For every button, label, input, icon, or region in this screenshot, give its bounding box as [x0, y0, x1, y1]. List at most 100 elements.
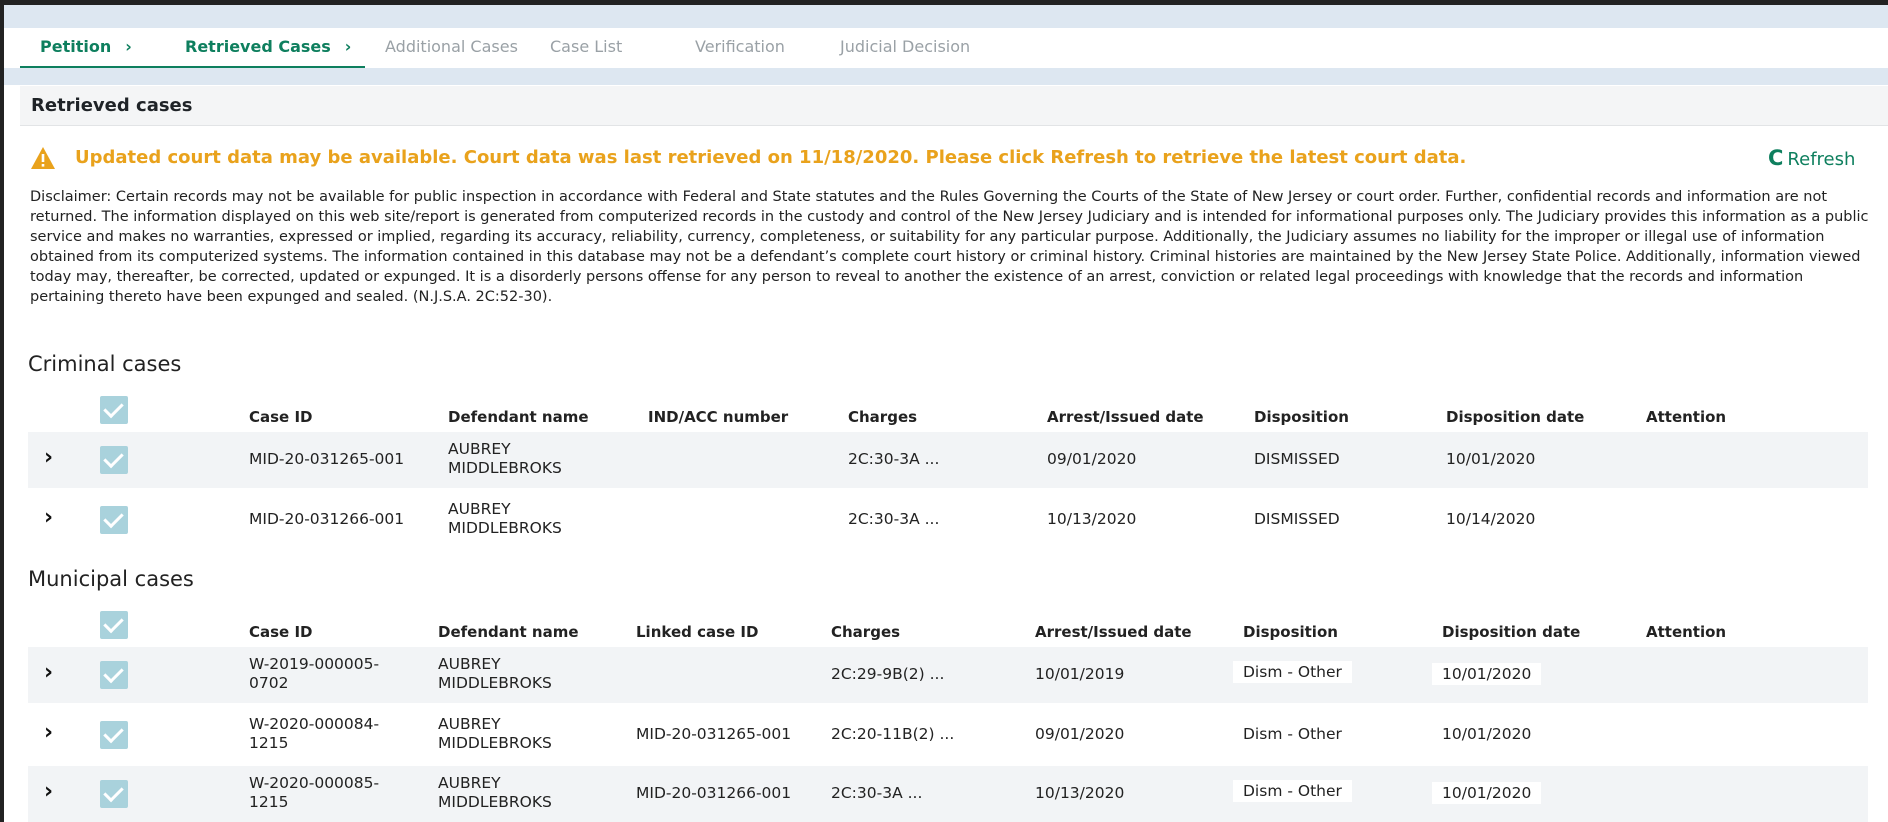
column-header: Charges: [848, 408, 918, 426]
step-label: Petition: [40, 37, 112, 56]
row-checkbox[interactable]: [100, 506, 128, 534]
refresh-button[interactable]: C Refresh: [1768, 146, 1855, 172]
column-header: Defendant name: [448, 408, 589, 426]
expand-chevron-icon[interactable]: ›: [44, 660, 53, 685]
defendant-last: MIDDLEBROKS: [448, 519, 562, 537]
charges: 2C:29-9B(2) ...: [831, 665, 945, 683]
linked-case-id: MID-20-031265-001: [636, 725, 792, 743]
select-all-checkbox[interactable]: [100, 396, 128, 424]
step-verification[interactable]: Verification: [695, 28, 785, 68]
column-header: Attention: [1646, 623, 1727, 641]
charges: 2C:30-3A ...: [848, 510, 940, 528]
chevron-right-icon: ›: [125, 37, 132, 56]
section-header: Retrieved cases: [20, 86, 1888, 126]
row-checkbox[interactable]: [100, 446, 128, 474]
table-row[interactable]: › W-2020-000084- 1215 AUBREY MIDDLEBROKS…: [28, 707, 1868, 763]
arrest-date: 09/01/2020: [1035, 725, 1125, 743]
disposition: DISMISSED: [1254, 450, 1340, 468]
defendant-last: MIDDLEBROKS: [438, 793, 552, 811]
arrest-date: 10/13/2020: [1035, 784, 1125, 802]
case-id: W-2020-000084- 1215: [249, 715, 379, 753]
municipal-table-header: Case ID Defendant name Linked case ID Ch…: [28, 611, 1868, 651]
select-all-checkbox[interactable]: [100, 611, 128, 639]
table-row[interactable]: › W-2019-000005- 0702 AUBREY MIDDLEBROKS…: [28, 647, 1868, 703]
arrest-date: 09/01/2020: [1047, 450, 1137, 468]
disposition-date: 10/01/2020: [1446, 450, 1536, 468]
defendant-first: AUBREY: [438, 715, 501, 733]
column-header: Disposition date: [1446, 408, 1585, 426]
column-header: IND/ACC number: [648, 408, 789, 426]
column-header: Defendant name: [438, 623, 579, 641]
step-retrieved-cases[interactable]: Retrieved Cases ›: [185, 28, 351, 68]
column-header: Arrest/Issued date: [1047, 408, 1204, 426]
top-band: [4, 5, 1888, 28]
row-checkbox[interactable]: [100, 721, 128, 749]
case-id: W-2019-000005- 0702: [249, 655, 379, 693]
defendant-name: AUBREY MIDDLEBROKS: [448, 440, 562, 478]
expand-chevron-icon[interactable]: ›: [44, 779, 53, 804]
disposition: Dism - Other: [1233, 780, 1352, 802]
step-additional-cases[interactable]: Additional Cases: [385, 28, 518, 68]
column-header: Disposition: [1254, 408, 1349, 426]
defendant-name: AUBREY MIDDLEBROKS: [438, 715, 552, 753]
case-id-line: W-2020-000085-: [249, 774, 380, 792]
column-header: Charges: [831, 623, 901, 641]
disposition: Dism - Other: [1233, 661, 1352, 683]
disposition-date: 10/01/2020: [1432, 782, 1542, 804]
table-row[interactable]: › MID-20-031266-001 AUBREY MIDDLEBROKS 2…: [28, 492, 1868, 548]
column-header: Linked case ID: [636, 623, 759, 641]
refresh-icon: C: [1768, 146, 1784, 170]
window-frame-left: [0, 0, 4, 822]
defendant-last: MIDDLEBROKS: [438, 674, 552, 692]
criminal-cases-title: Criminal cases: [28, 352, 182, 376]
warning-icon: [31, 147, 55, 169]
defendant-last: MIDDLEBROKS: [448, 459, 562, 477]
row-checkbox[interactable]: [100, 661, 128, 689]
charges: 2C:30-3A ...: [831, 784, 923, 802]
chevron-right-icon: ›: [344, 37, 352, 56]
table-row[interactable]: › W-2020-000085- 1215 AUBREY MIDDLEBROKS…: [28, 766, 1868, 822]
defendant-first: AUBREY: [448, 440, 511, 458]
disposition-date: 10/01/2020: [1432, 663, 1542, 685]
charges: 2C:20-11B(2) ...: [831, 725, 955, 743]
row-checkbox[interactable]: [100, 780, 128, 808]
step-petition[interactable]: Petition ›: [40, 28, 132, 68]
case-id-line: 1215: [249, 793, 289, 811]
case-id-line: W-2019-000005-: [249, 655, 380, 673]
defendant-name: AUBREY MIDDLEBROKS: [448, 500, 562, 538]
disposition: Dism - Other: [1243, 725, 1342, 743]
linked-case-id: MID-20-031266-001: [636, 784, 792, 802]
case-id: MID-20-031265-001: [249, 450, 405, 468]
column-header: Disposition date: [1442, 623, 1581, 641]
table-row[interactable]: › MID-20-031265-001 AUBREY MIDDLEBROKS 2…: [28, 432, 1868, 488]
section-title: Retrieved cases: [31, 95, 193, 116]
defendant-name: AUBREY MIDDLEBROKS: [438, 774, 552, 812]
disposition-date: 10/01/2020: [1442, 725, 1532, 743]
expand-chevron-icon[interactable]: ›: [44, 720, 53, 745]
defendant-first: AUBREY: [438, 655, 501, 673]
step-case-list[interactable]: Case List: [550, 28, 622, 68]
case-id: MID-20-031266-001: [249, 510, 405, 528]
step-judicial-decision[interactable]: Judicial Decision: [840, 28, 970, 68]
disposition: DISMISSED: [1254, 510, 1340, 528]
expand-chevron-icon[interactable]: ›: [44, 445, 53, 470]
defendant-last: MIDDLEBROKS: [438, 734, 552, 752]
column-header: Attention: [1646, 408, 1727, 426]
defendant-name: AUBREY MIDDLEBROKS: [438, 655, 552, 693]
expand-chevron-icon[interactable]: ›: [44, 505, 53, 530]
arrest-date: 10/13/2020: [1047, 510, 1137, 528]
column-header: Case ID: [249, 623, 313, 641]
defendant-first: AUBREY: [438, 774, 501, 792]
refresh-label: Refresh: [1787, 149, 1856, 170]
municipal-cases-title: Municipal cases: [28, 567, 194, 591]
column-header: Case ID: [249, 408, 313, 426]
separator-band: [4, 68, 1888, 85]
alert-message: Updated court data may be available. Cou…: [75, 147, 1467, 168]
case-id-line: W-2020-000084-: [249, 715, 380, 733]
disclaimer-text: Disclaimer: Certain records may not be a…: [30, 189, 1869, 305]
progress-steps: Petition › Retrieved Cases › Additional Ca…: [20, 28, 1888, 69]
case-id: W-2020-000085- 1215: [249, 774, 379, 812]
arrest-date: 10/01/2019: [1035, 665, 1125, 683]
disposition-date: 10/14/2020: [1446, 510, 1536, 528]
step-label: Retrieved Cases: [185, 37, 331, 56]
